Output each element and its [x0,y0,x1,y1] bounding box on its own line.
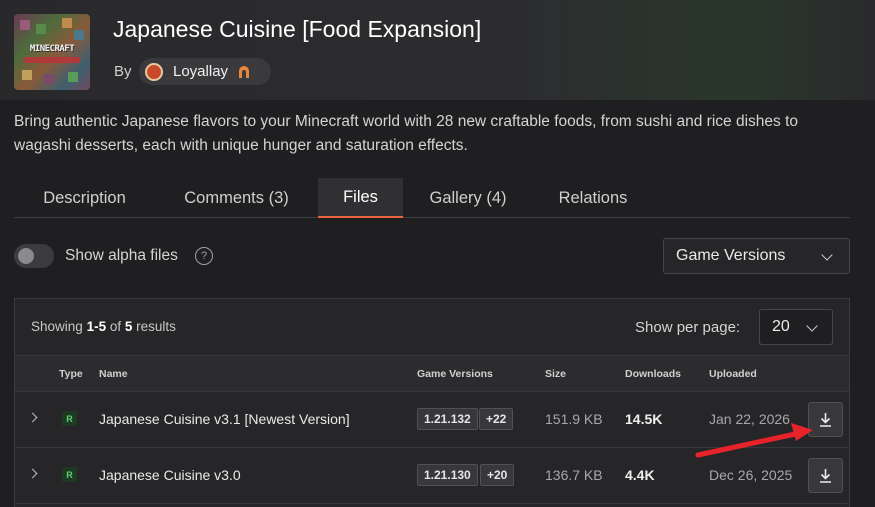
author-badge-icon [236,64,252,80]
tab-description[interactable]: Description [14,178,155,218]
header-uploaded[interactable]: Uploaded [709,368,757,380]
per-page-dropdown[interactable]: 20 [759,309,833,345]
chevron-right-icon[interactable] [27,412,38,423]
author-avatar [145,62,163,81]
results-summary: Showing 1-5 of 5 results [31,319,176,334]
extra-versions-tag[interactable]: +20 [480,464,515,486]
tab-gallery[interactable]: Gallery (4) [403,178,533,218]
chevron-right-icon[interactable] [27,468,38,479]
toggle-knob [18,248,34,264]
download-count: 14.5K [625,411,663,427]
download-icon [820,469,831,483]
table-header: Type Name Game Versions Size Downloads U… [15,355,849,392]
header-downloads[interactable]: Downloads [625,368,681,380]
game-version-tag: 1.21.130 [417,464,478,486]
results-range: 1-5 [86,319,107,334]
file-size: 151.9 KB [545,411,603,427]
by-label: By [114,63,132,80]
thumbnail-logo-text: MINECRAFT [29,44,75,54]
alpha-files-toggle[interactable] [14,244,54,268]
file-name[interactable]: Japanese Cuisine v3.1 [Newest Version] [99,411,350,427]
download-icon [820,413,831,427]
download-button[interactable] [808,402,843,437]
files-panel: Showing 1-5 of 5 results Show per page: … [14,298,850,507]
alpha-files-label: Show alpha files [65,247,178,264]
project-summary: Bring authentic Japanese flavors to your… [14,113,799,154]
header-type[interactable]: Type [59,368,83,380]
chevron-down-icon [806,320,818,332]
thumbnail-banner [24,57,80,63]
table-row[interactable]: R Japanese Cuisine v3.1 [Newest Version]… [15,392,849,448]
header-game-versions[interactable]: Game Versions [417,368,493,380]
game-versions-label: Game Versions [676,247,786,264]
per-page-label: Show per page: [635,319,741,336]
project-title: Japanese Cuisine [Food Expansion] [113,16,482,42]
release-type-badge: R [62,411,77,426]
tab-relations[interactable]: Relations [533,178,653,218]
tab-files[interactable]: Files [318,178,403,218]
project-tabs: Description Comments (3) Files Gallery (… [14,178,850,218]
results-total: 5 [124,319,133,334]
file-name[interactable]: Japanese Cuisine v3.0 [99,467,241,483]
extra-versions-tag[interactable]: +22 [479,408,514,430]
upload-date: Jan 22, 2026 [709,411,790,427]
game-versions-dropdown[interactable]: Game Versions [663,238,850,274]
tab-comments[interactable]: Comments (3) [155,178,318,218]
project-thumbnail[interactable]: MINECRAFT [14,14,90,90]
author-name: Loyallay [173,63,229,80]
upload-date: Dec 26, 2025 [709,467,793,483]
per-page-value: 20 [772,318,790,335]
release-type-badge: R [62,467,77,482]
header-name[interactable]: Name [99,368,128,380]
game-version-tag: 1.21.132 [417,408,478,430]
header-size[interactable]: Size [545,368,566,380]
help-icon[interactable]: ? [195,247,213,265]
author-chip[interactable]: Loyallay [139,58,271,85]
chevron-down-icon [821,249,833,261]
file-size: 136.7 KB [545,467,603,483]
table-row[interactable]: R Japanese Cuisine v3.0 1.21.130 +20 136… [15,448,849,504]
header-banner [0,0,875,100]
download-button[interactable] [808,458,843,493]
download-count: 4.4K [625,467,655,483]
